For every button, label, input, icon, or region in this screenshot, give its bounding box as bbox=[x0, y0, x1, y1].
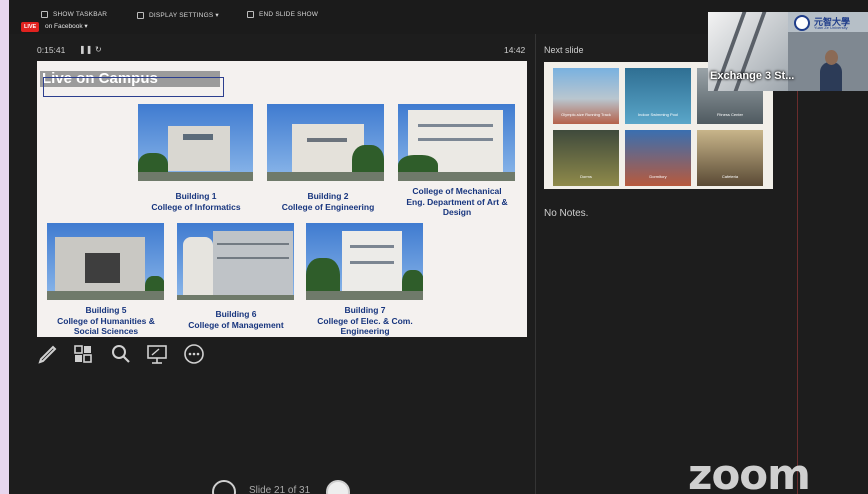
live-badge: LIVE bbox=[21, 22, 40, 32]
building-2-caption: Building 2 College of Engineering bbox=[281, 191, 375, 212]
display-settings-button[interactable]: DISPLAY SETTINGS ▾ bbox=[137, 11, 219, 19]
speaker-notes: No Notes. bbox=[544, 208, 589, 219]
zoom-presenter-view: SHOW TASKBAR DISPLAY SETTINGS ▾ END SLID… bbox=[9, 0, 868, 494]
current-slide: Live on Campus Building 1 College of Inf… bbox=[37, 61, 527, 337]
next-thumb-1: Olympic-size Running Track bbox=[553, 68, 619, 124]
building-2-photo bbox=[267, 104, 384, 181]
university-name-en: Yuan Ze University bbox=[814, 25, 848, 30]
show-taskbar-button[interactable]: SHOW TASKBAR bbox=[41, 11, 107, 18]
participant-name: Exchange 3 St... bbox=[710, 70, 795, 82]
title-outline-box bbox=[43, 77, 224, 97]
end-show-icon bbox=[247, 11, 254, 18]
slide-counter: Slide 21 of 31 bbox=[249, 485, 311, 494]
pointer-screen-icon[interactable] bbox=[146, 343, 168, 365]
next-thumb-4: Dorms bbox=[553, 130, 619, 186]
live-destination-dropdown[interactable]: on Facebook ▾ bbox=[45, 22, 88, 30]
zoom-watermark: zoom bbox=[688, 450, 811, 494]
building-7-caption: Building 7 College of Elec. & Com. Engin… bbox=[317, 305, 413, 336]
pen-icon[interactable] bbox=[37, 343, 59, 365]
taskbar-icon bbox=[41, 11, 48, 18]
participant-video[interactable]: 元智大學 Yuan Ze University Exchange 3 St... bbox=[708, 12, 868, 91]
next-slide-label: Next slide bbox=[544, 45, 584, 55]
pane-divider[interactable] bbox=[535, 34, 536, 494]
restart-icon[interactable]: ↻ bbox=[95, 45, 102, 54]
building-5-photo bbox=[47, 223, 164, 300]
building-7-photo bbox=[306, 223, 423, 300]
elapsed-timer: 0:15:41 bbox=[37, 45, 66, 55]
zoom-icon[interactable] bbox=[110, 343, 132, 365]
display-icon bbox=[137, 11, 144, 19]
previous-slide-button[interactable] bbox=[212, 480, 236, 494]
building-1-photo bbox=[138, 104, 253, 181]
slide-grid-icon[interactable] bbox=[72, 343, 94, 365]
next-thumb-6: Cafeteria bbox=[697, 130, 763, 186]
building-6-photo bbox=[177, 223, 294, 300]
next-slide-button[interactable] bbox=[326, 480, 350, 494]
building-1-caption: Building 1 College of Informatics bbox=[151, 191, 241, 212]
university-logo-icon bbox=[794, 15, 810, 31]
building-3-photo bbox=[398, 104, 515, 181]
building-5-caption: Building 5 College of Humanities & Socia… bbox=[57, 305, 155, 336]
window-edge bbox=[797, 91, 798, 494]
more-icon[interactable] bbox=[183, 343, 205, 365]
building-3-caption: College of Mechanical Eng. Department of… bbox=[406, 186, 508, 217]
current-time: 14:42 bbox=[504, 45, 526, 55]
pause-icon[interactable]: ❚❚ bbox=[79, 45, 92, 54]
next-thumb-2: Indoor Swimming Pool bbox=[625, 68, 691, 124]
next-thumb-5: Dormitory bbox=[625, 130, 691, 186]
end-slide-show-button[interactable]: END SLIDE SHOW bbox=[247, 11, 318, 18]
building-6-caption: Building 6 College of Management bbox=[188, 309, 284, 330]
